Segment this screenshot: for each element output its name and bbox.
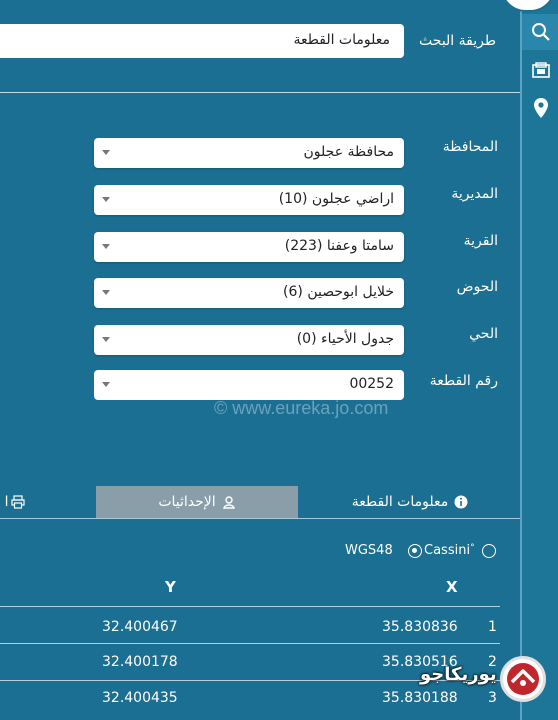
tab-coordinates-label: الإحداثيات	[158, 494, 216, 510]
section-divider	[0, 92, 520, 93]
tab-divider	[0, 518, 520, 519]
info-icon	[454, 495, 468, 509]
layers-tool-button[interactable]	[522, 52, 558, 88]
governorate-label: المحافظة	[442, 139, 498, 155]
village-value: سامتا وعفنا (223)	[284, 238, 394, 254]
tab-parcel-info-label: معلومات القطعة	[351, 494, 449, 510]
table-divider	[0, 606, 500, 607]
radio-wgs-option[interactable]	[482, 544, 496, 558]
basin-select[interactable]: خلايل ابوحصين (6)	[94, 278, 404, 308]
neighborhood-value: جدول الأحياء (0)	[296, 331, 394, 347]
map-pin-icon	[534, 98, 548, 118]
row-number: 3	[488, 690, 497, 706]
radio-cassini-selected[interactable]	[408, 544, 422, 558]
folder-layers-icon	[532, 62, 550, 78]
search-method-label: طريقة البحث	[419, 33, 496, 49]
search-panel: طريقة البحث معلومات القطعة المحافظة محاف…	[0, 0, 520, 720]
neighborhood-label: الحي	[469, 326, 498, 342]
directorate-value: اراضي عجلون (10)	[278, 191, 394, 207]
chevron-down-icon	[102, 197, 110, 202]
printer-icon	[11, 495, 26, 509]
chevron-down-icon	[102, 382, 110, 387]
parcel-number-value: 00252	[349, 376, 394, 392]
tab-print-label: ا	[4, 494, 9, 510]
table-divider	[0, 643, 500, 644]
cell-x: 35.830188	[382, 690, 458, 706]
chevron-down-icon	[102, 337, 110, 342]
tab-coordinates[interactable]: الإحداثيات	[96, 486, 298, 518]
tab-print[interactable]: ا	[0, 486, 30, 518]
tool-sidebar	[520, 0, 558, 720]
brand-logo	[500, 656, 546, 702]
location-tool-button[interactable]	[522, 90, 558, 126]
cassini-label: Cassini°	[424, 543, 475, 558]
chevron-down-icon	[102, 244, 110, 249]
directorate-select[interactable]: اراضي عجلون (10)	[94, 185, 404, 215]
village-select[interactable]: سامتا وعفنا (223)	[94, 232, 404, 262]
cell-y: 32.400435	[102, 690, 178, 706]
wgs-label: WGS48	[345, 543, 393, 558]
parcel-number-input[interactable]: 00252	[94, 370, 404, 400]
cell-y: 32.400178	[102, 654, 178, 670]
eureka-logo-icon	[507, 663, 539, 695]
brand-wordmark: يوريكاجو	[420, 664, 497, 685]
chevron-down-icon	[102, 290, 110, 295]
basin-label: الحوض	[456, 279, 498, 295]
search-method-value: معلومات القطعة	[293, 32, 391, 48]
search-icon	[532, 23, 550, 41]
watermark: © www.eureka.jo.com	[214, 398, 389, 418]
search-tool-button[interactable]	[522, 14, 558, 50]
cell-x: 35.830836	[382, 619, 458, 635]
cell-y: 32.400467	[102, 619, 178, 635]
map-pin-person-icon	[222, 496, 235, 509]
search-method-select[interactable]: معلومات القطعة	[0, 24, 404, 58]
directorate-label: المديرية	[451, 186, 498, 202]
row-number: 1	[488, 619, 497, 635]
governorate-value: محافظة عجلون	[303, 144, 394, 160]
tab-parcel-info[interactable]: معلومات القطعة	[300, 486, 520, 518]
basin-value: خلايل ابوحصين (6)	[283, 284, 394, 300]
village-label: القرية	[463, 233, 498, 249]
column-header-x: X	[446, 578, 458, 596]
neighborhood-select[interactable]: جدول الأحياء (0)	[94, 325, 404, 355]
chevron-down-icon	[102, 150, 110, 155]
column-header-y: Y	[165, 578, 176, 596]
governorate-select[interactable]: محافظة عجلون	[94, 138, 404, 168]
parcel-number-label: رقم القطعة	[429, 373, 498, 389]
